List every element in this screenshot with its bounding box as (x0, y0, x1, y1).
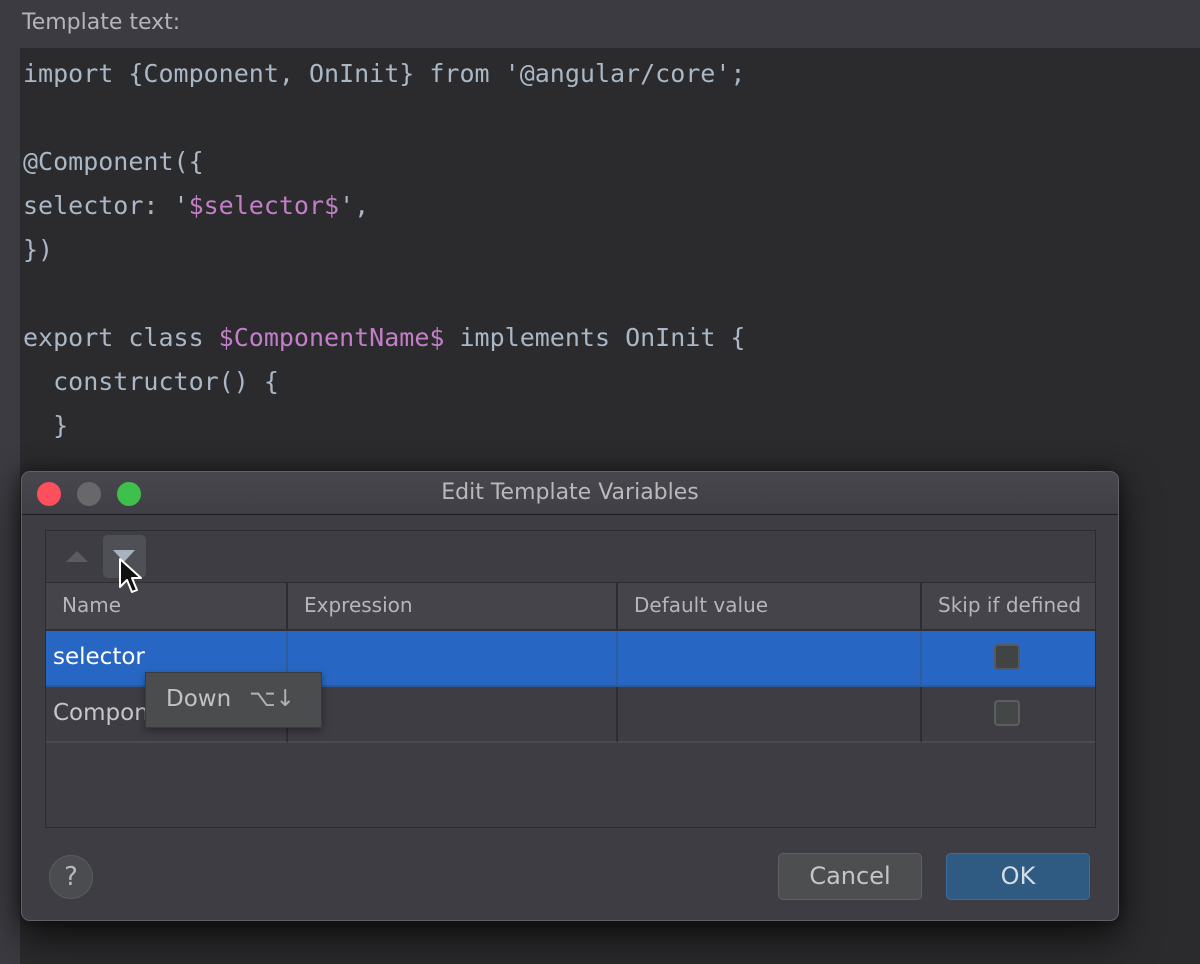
code-token: implements OnInit { (444, 323, 746, 352)
default-value-cell[interactable] (618, 687, 922, 743)
code-line[interactable]: import {Component, OnInit} from '@angula… (23, 52, 745, 96)
code-token: ', (339, 191, 370, 220)
tooltip-label: Down (166, 686, 232, 712)
code-line[interactable]: selector: '$selector$', (23, 184, 745, 228)
ok-button[interactable]: OK (946, 853, 1090, 900)
mouse-pointer-icon (119, 558, 142, 593)
template-variable: $selector$ (188, 191, 340, 220)
code-line[interactable]: constructor() { (23, 360, 745, 404)
triangle-up-icon (66, 551, 88, 562)
code-token: } (23, 411, 69, 440)
code-token: @Component({ (23, 147, 204, 176)
edit-template-variables-dialog: Edit Template Variables Name Expression … (21, 471, 1119, 921)
cancel-button[interactable]: Cancel (778, 853, 922, 900)
variables-toolbar (46, 531, 1095, 593)
skip-if-defined-cell (922, 631, 1095, 687)
code-line[interactable]: export class $ComponentName$ implements … (23, 316, 745, 360)
expression-cell[interactable] (288, 631, 618, 687)
move-down-tooltip: Down ⌥↓ (145, 672, 322, 728)
column-header-expression[interactable]: Expression (288, 583, 618, 631)
code-token: export class (23, 323, 219, 352)
code-line[interactable]: } (23, 404, 745, 448)
variables-panel: Name Expression Default value Skip if de… (45, 530, 1096, 828)
default-value-cell[interactable] (618, 631, 922, 687)
tooltip-shortcut: ⌥↓ (249, 686, 295, 712)
code-token: selector: ' (23, 191, 189, 220)
template-text-label: Template text: (22, 10, 181, 35)
column-header-name[interactable]: Name (46, 583, 288, 631)
column-header-skip-if-defined[interactable]: Skip if defined (922, 583, 1095, 631)
code-token: constructor() { (23, 367, 279, 396)
template-variable: $ComponentName$ (218, 323, 445, 352)
skip-if-defined-cell (922, 687, 1095, 743)
code-line[interactable] (23, 272, 745, 316)
code-token: import {Component, OnInit} from '@angula… (23, 59, 746, 88)
code-line[interactable]: @Component({ (23, 140, 745, 184)
dialog-title: Edit Template Variables (441, 480, 699, 505)
code-line[interactable]: }) (23, 228, 745, 272)
expression-cell[interactable] (288, 687, 618, 743)
move-up-button[interactable] (52, 535, 95, 578)
code-line[interactable] (23, 96, 745, 140)
table-header: Name Expression Default value Skip if de… (46, 583, 1095, 631)
skip-if-defined-checkbox[interactable] (994, 644, 1020, 670)
dialog-titlebar[interactable]: Edit Template Variables (22, 472, 1118, 515)
skip-if-defined-checkbox[interactable] (994, 700, 1020, 726)
column-header-default-value[interactable]: Default value (618, 583, 922, 631)
code-token: }) (23, 235, 54, 264)
code-content[interactable]: import {Component, OnInit} from '@angula… (23, 52, 745, 448)
help-button[interactable]: ? (49, 855, 93, 899)
table-empty-area (46, 743, 1095, 827)
